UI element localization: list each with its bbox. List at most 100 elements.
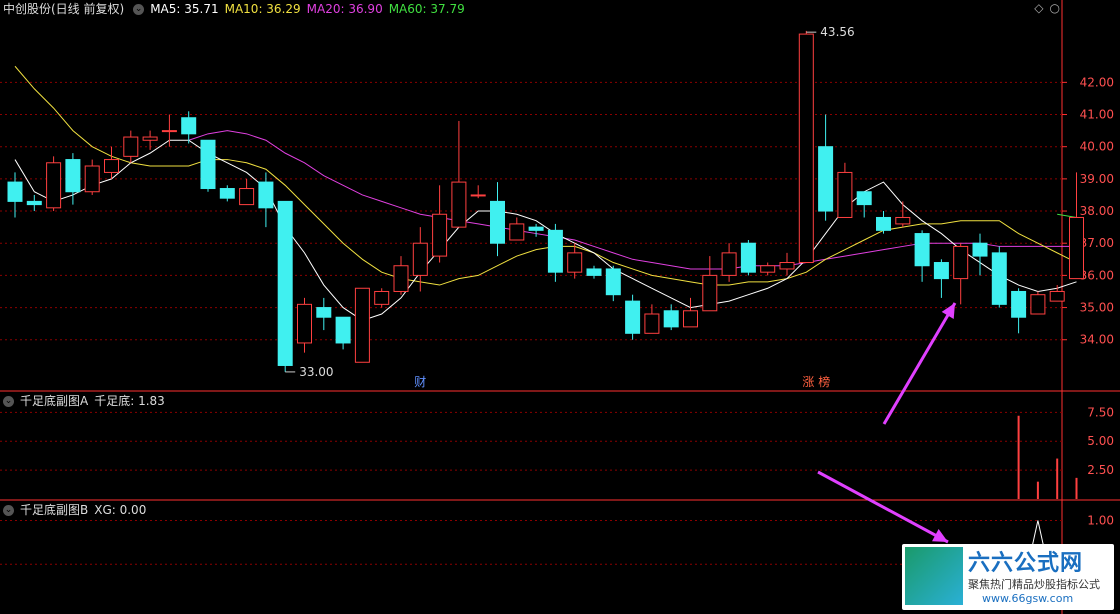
y-tick-label: 34.00: [1080, 333, 1114, 347]
candle-body: [586, 268, 602, 276]
y-tick-label: 2.50: [1087, 463, 1114, 477]
ma5-line: [14, 139, 1077, 321]
collapse-icon[interactable]: ⌄: [3, 505, 14, 516]
logo-mark: [905, 547, 963, 605]
event-tag-zhang: 涨 榜: [802, 374, 830, 389]
candle-body: [46, 162, 62, 209]
candle-body: [1030, 294, 1046, 315]
logo-url: www.66gsw.com: [982, 592, 1074, 605]
candle-body: [277, 200, 293, 366]
candle-body: [161, 130, 177, 133]
corner-controls: ◇ ○: [1028, 1, 1060, 15]
logo-title: 六六公式网: [968, 551, 1084, 576]
candle-body: [605, 268, 621, 296]
sub-b-title[interactable]: 千足底副图B: [20, 503, 88, 517]
candle-body: [432, 213, 448, 257]
diamond-icon[interactable]: ◇: [1034, 1, 1043, 15]
candle-body: [65, 159, 81, 193]
candle-body: [26, 200, 42, 206]
candle-body: [528, 226, 544, 231]
y-tick-label: 42.00: [1080, 75, 1114, 89]
y-tick-label: 38.00: [1080, 204, 1114, 218]
candle-body: [567, 252, 583, 273]
candle-body: [354, 287, 370, 363]
sub-b-header: ⌄ 千足底副图B XG: 0.00: [0, 501, 152, 519]
y-tick-label: 1.00: [1087, 514, 1114, 528]
candle-body: [181, 117, 197, 135]
candle-body: [7, 181, 23, 202]
low-label: 33.00: [299, 365, 333, 379]
candle-body: [200, 139, 216, 190]
collapse-icon[interactable]: ⌄: [3, 396, 14, 407]
candle-body: [451, 181, 467, 228]
high-label: 43.56: [820, 25, 854, 39]
candle-body: [625, 300, 641, 334]
candle-body: [142, 136, 158, 141]
event-tag-cai: 财: [414, 375, 426, 389]
arrow-sub: [817, 470, 949, 544]
candle-body: [509, 223, 525, 241]
candle-body: [837, 171, 853, 218]
collapse-icon[interactable]: ⌄: [133, 4, 145, 15]
candle-body: [412, 242, 428, 276]
main-panel-header: 中创股份(日线 前复权) ⌄ MA5: 35.71 MA10: 36.29 MA20: …: [0, 0, 471, 18]
ma10-label: MA10: 36.29: [224, 2, 301, 16]
sub-b-value: XG: 0.00: [94, 503, 147, 517]
candle-body: [798, 33, 814, 264]
ma20-label: MA20: 36.90: [306, 2, 383, 16]
candle-body: [683, 310, 698, 328]
y-tick-label: 7.50: [1087, 405, 1114, 419]
site-logo: 六六公式网 聚焦热门精品炒股指标公式 www.66gsw.com: [902, 544, 1114, 610]
candle-body: [297, 303, 312, 344]
arrow-main: [882, 302, 957, 425]
sub-a-header: ⌄ 千足底副图A 千足底: 1.83: [0, 392, 171, 410]
candle-body: [702, 274, 718, 312]
ma5-label: MA5: 35.71: [150, 2, 219, 16]
candle-body: [316, 307, 332, 318]
candle-body: [84, 165, 100, 193]
candle-body: [818, 146, 834, 212]
y-tick-label: 5.00: [1087, 434, 1114, 448]
candle-body: [740, 242, 756, 273]
candle-body: [914, 233, 930, 267]
candle-body: [258, 181, 274, 209]
candle-body: [104, 159, 119, 173]
candle-body: [470, 194, 486, 197]
candle-body: [219, 188, 235, 199]
candle-body: [490, 200, 505, 244]
candle-body: [335, 316, 351, 344]
sub-a-title[interactable]: 千足底副图A: [20, 394, 88, 408]
candle-body: [972, 242, 988, 257]
circle-icon[interactable]: ○: [1050, 1, 1060, 15]
candle-body: [123, 136, 139, 157]
candle-body: [760, 265, 776, 273]
candle-body: [1049, 290, 1065, 302]
candle-body: [239, 188, 255, 206]
candle-body: [895, 216, 911, 225]
stock-title[interactable]: 中创股份(日线 前复权): [3, 2, 124, 16]
candle-body: [991, 252, 1007, 305]
y-tick-label: 41.00: [1080, 108, 1114, 122]
logo-subtitle: 聚焦热门精品炒股指标公式: [968, 578, 1100, 591]
ma20-line: [188, 130, 1077, 270]
y-tick-label: 36.00: [1080, 268, 1114, 282]
candle-body: [779, 262, 795, 270]
candle-body: [547, 229, 563, 273]
candle-body: [721, 252, 737, 276]
candle-body: [393, 265, 409, 292]
candle-body: [856, 191, 872, 206]
candle-body: [953, 245, 969, 280]
candle-body: [663, 310, 679, 328]
sub-a-value: 千足底: 1.83: [94, 394, 165, 408]
candle-body: [1069, 216, 1084, 280]
y-tick-label: 39.00: [1080, 172, 1114, 186]
y-tick-label: 35.00: [1080, 301, 1114, 315]
stock-chart[interactable]: 34.00 35.00 36.00 37.00 38.00 39.00 40.00 41.00…: [0, 0, 1120, 614]
ma60-label: MA60: 37.79: [388, 2, 465, 16]
candle-body: [374, 290, 390, 305]
y-tick-label: 37.00: [1080, 236, 1114, 250]
y-tick-label: 40.00: [1080, 140, 1114, 154]
candle-body: [876, 216, 891, 231]
candle-body: [1011, 290, 1027, 318]
candle-body: [644, 313, 660, 334]
